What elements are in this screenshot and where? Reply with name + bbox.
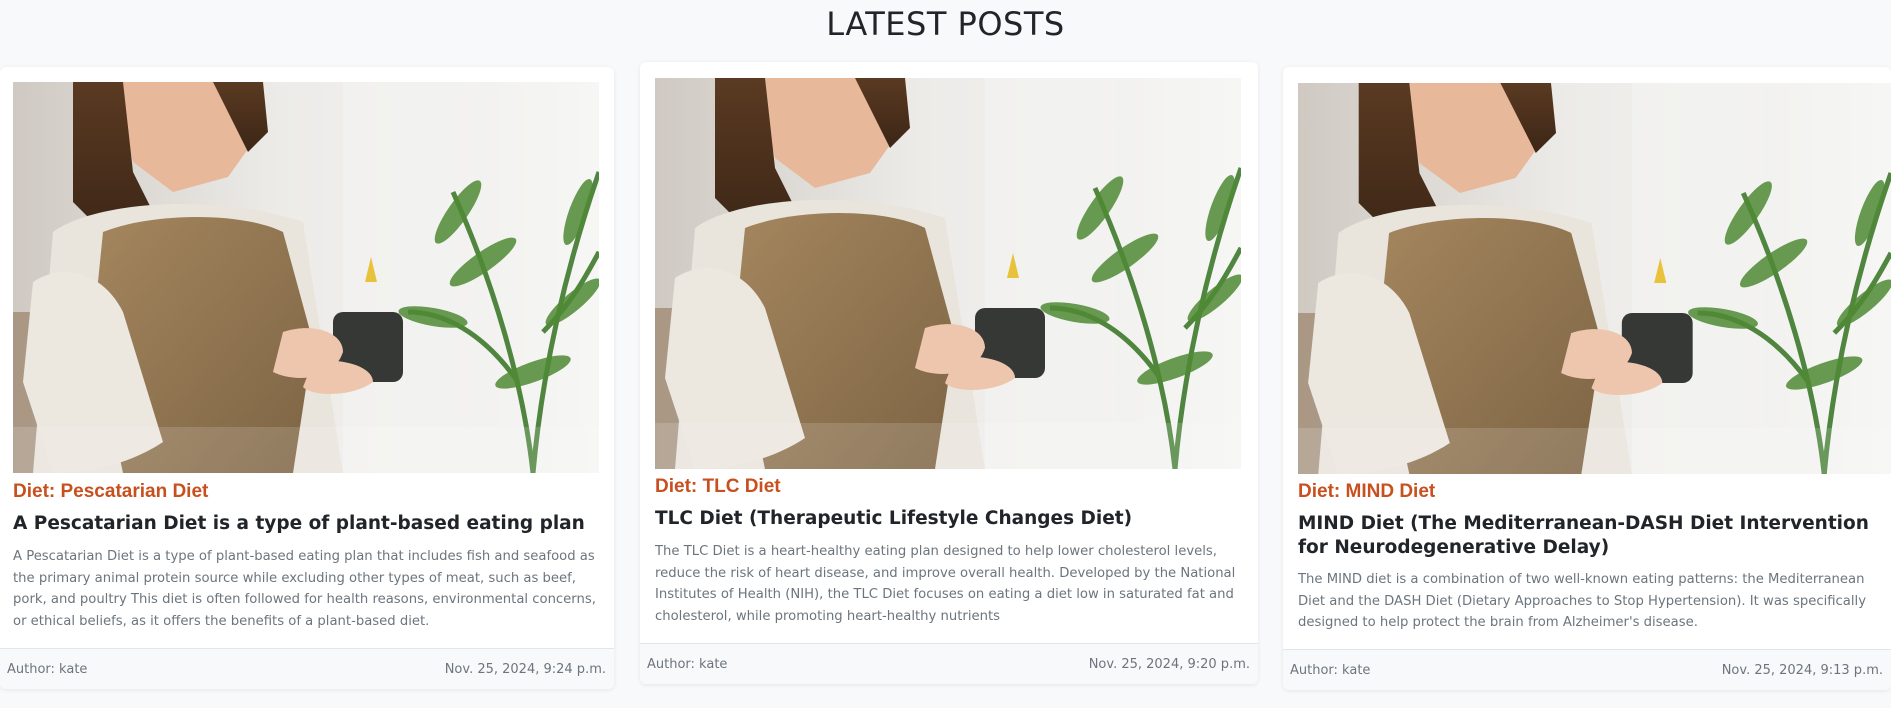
post-author: Author: kate xyxy=(647,657,728,672)
post-footer: Author: kate Nov. 25, 2024, 9:13 p.m. xyxy=(1283,649,1891,690)
section-title: LATEST POSTS xyxy=(826,5,1065,43)
post-image[interactable] xyxy=(655,78,1241,469)
post-title[interactable]: TLC Diet (Therapeutic Lifestyle Changes … xyxy=(655,507,1245,531)
post-footer: Author: kate Nov. 25, 2024, 9:20 p.m. xyxy=(640,643,1258,684)
post-author: Author: kate xyxy=(1290,663,1371,678)
post-author: Author: kate xyxy=(7,662,88,677)
post-footer: Author: kate Nov. 25, 2024, 9:24 p.m. xyxy=(0,648,614,689)
post-category[interactable]: Diet: TLC Diet xyxy=(655,475,781,499)
post-card[interactable]: Diet: MIND Diet MIND Diet (The Mediterra… xyxy=(1283,67,1891,690)
post-excerpt: The TLC Diet is a heart-healthy eating p… xyxy=(655,544,1236,625)
post-excerpt: The MIND diet is a combination of two we… xyxy=(1298,572,1867,631)
post-category[interactable]: Diet: MIND Diet xyxy=(1298,480,1435,504)
post-excerpt: A Pescatarian Diet is a type of plant-ba… xyxy=(13,549,596,630)
post-date: Nov. 25, 2024, 9:20 p.m. xyxy=(1088,657,1250,672)
post-image[interactable] xyxy=(1298,83,1891,474)
post-date: Nov. 25, 2024, 9:13 p.m. xyxy=(1721,663,1883,678)
post-card[interactable]: Diet: Pescatarian Diet A Pescatarian Die… xyxy=(0,67,614,689)
post-title[interactable]: A Pescatarian Diet is a type of plant-ba… xyxy=(13,512,603,536)
post-image[interactable] xyxy=(13,82,599,473)
post-card[interactable]: Diet: TLC Diet TLC Diet (Therapeutic Lif… xyxy=(640,62,1258,684)
post-date: Nov. 25, 2024, 9:24 p.m. xyxy=(444,662,606,677)
post-title[interactable]: MIND Diet (The Mediterranean-DASH Diet I… xyxy=(1298,512,1883,560)
post-category[interactable]: Diet: Pescatarian Diet xyxy=(13,480,208,504)
